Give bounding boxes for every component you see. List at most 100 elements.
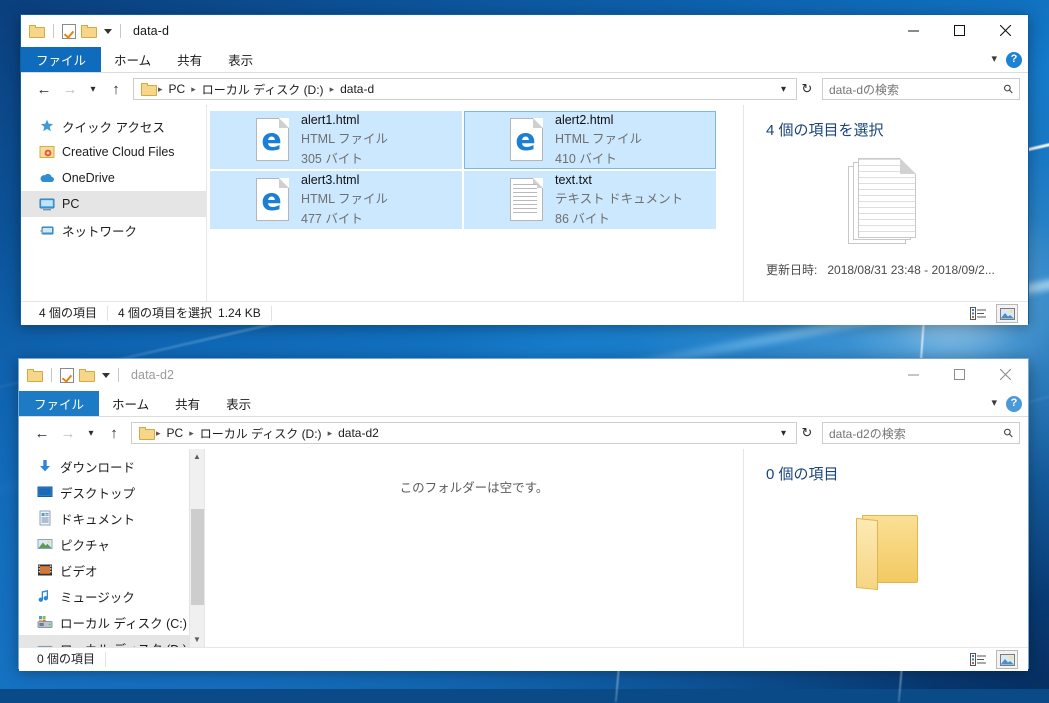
search-input[interactable]: data-d2の検索 ⚲ <box>822 422 1020 444</box>
search-input[interactable]: data-dの検索 ⚲ <box>822 78 1020 100</box>
breadcrumb[interactable]: ▸ PC ▸ ローカル ディスク (D:) ▸ data-d2 <box>137 425 775 442</box>
window-controls[interactable] <box>890 359 1028 390</box>
address-bar-row[interactable]: ← → ▾ ↑ ▸ PC ▸ ローカル ディスク (D:) ▸ data-d ▾… <box>21 73 1028 105</box>
scroll-up-arrow-icon[interactable]: ▲ <box>190 449 204 464</box>
ribbon-right-controls[interactable]: ▾ ? <box>991 391 1022 416</box>
details-view-button[interactable] <box>968 305 988 322</box>
breadcrumb-item-drive[interactable]: ローカル ディスク (D:) <box>197 81 329 98</box>
back-button[interactable]: ← <box>29 420 55 446</box>
folder-icon[interactable] <box>29 24 45 38</box>
navigation-pane[interactable]: クイック アクセス Creative Cloud Files OneDrive … <box>21 105 207 301</box>
up-button[interactable]: ↑ <box>103 76 129 102</box>
close-button[interactable] <box>982 15 1028 46</box>
sidebar-item-downloads[interactable]: ダウンロード <box>19 453 204 479</box>
sidebar-item-videos[interactable]: ビデオ <box>19 557 204 583</box>
pictures-icon <box>37 536 53 552</box>
close-button[interactable] <box>982 359 1028 390</box>
tab-share[interactable]: 共有 <box>162 391 213 416</box>
address-bar-controls[interactable]: ▾ <box>775 84 792 95</box>
address-dropdown-icon[interactable]: ▾ <box>775 428 792 439</box>
breadcrumb-item-folder[interactable]: data-d <box>335 82 379 96</box>
tab-home[interactable]: ホーム <box>99 391 162 416</box>
breadcrumb[interactable]: ▸ PC ▸ ローカル ディスク (D:) ▸ data-d <box>139 81 775 98</box>
address-bar-row[interactable]: ← → ▾ ↑ ▸ PC ▸ ローカル ディスク (D:) ▸ data-d2 … <box>19 417 1028 449</box>
chevron-down-icon[interactable] <box>102 372 110 378</box>
sidebar-item-local-disk-d[interactable]: ローカル ディスク (D:) <box>19 635 204 647</box>
address-bar[interactable]: ▸ PC ▸ ローカル ディスク (D:) ▸ data-d ▾ <box>133 78 797 100</box>
tab-view[interactable]: 表示 <box>213 391 264 416</box>
explorer-window-data-d[interactable]: data-d ファイル ホーム 共有 表示 ▾ ? ← → ▾ ↑ ▸ PC ▸… <box>20 14 1029 325</box>
recent-locations-button[interactable]: ▾ <box>81 420 101 446</box>
file-tile-alert2[interactable]: e alert2.html HTML ファイル 410 バイト <box>464 111 716 169</box>
maximize-button[interactable] <box>936 359 982 390</box>
breadcrumb-item-pc[interactable]: PC <box>164 82 191 96</box>
quick-access-toolbar[interactable] <box>21 23 124 39</box>
help-icon[interactable]: ? <box>1006 51 1022 68</box>
sidebar-item-onedrive[interactable]: OneDrive <box>21 165 206 191</box>
navigation-pane[interactable]: ダウンロード デスクトップ ドキュメント ピクチャ ビデオ ミュージック ローカ… <box>19 449 205 647</box>
address-bar-controls[interactable]: ▾ <box>775 428 792 439</box>
sidebar-item-documents[interactable]: ドキュメント <box>19 505 204 531</box>
recent-locations-button[interactable]: ▾ <box>83 76 103 102</box>
properties-icon[interactable] <box>60 367 74 383</box>
sidebar-item-desktop[interactable]: デスクトップ <box>19 479 204 505</box>
navigation-scrollbar[interactable]: ▲ ▼ <box>189 449 204 647</box>
sidebar-item-pc[interactable]: PC <box>21 191 206 217</box>
view-buttons[interactable] <box>968 302 1018 325</box>
tab-view[interactable]: 表示 <box>215 47 266 72</box>
new-folder-icon[interactable] <box>79 368 95 382</box>
folder-icon[interactable] <box>27 368 43 382</box>
expand-ribbon-chevron-icon[interactable]: ▾ <box>991 54 997 65</box>
details-heading: 4 個の項目を選択 <box>766 122 884 139</box>
tab-file[interactable]: ファイル <box>19 391 100 416</box>
refresh-button[interactable]: ↻ <box>797 420 817 446</box>
tab-home[interactable]: ホーム <box>101 47 164 72</box>
window-controls[interactable] <box>890 15 1028 46</box>
breadcrumb-item-drive[interactable]: ローカル ディスク (D:) <box>195 425 327 442</box>
minimize-button[interactable] <box>890 15 936 46</box>
breadcrumb-item-folder[interactable]: data-d2 <box>333 426 384 440</box>
help-icon[interactable]: ? <box>1006 395 1022 412</box>
scroll-down-arrow-icon[interactable]: ▼ <box>190 632 204 647</box>
new-folder-icon[interactable] <box>81 24 97 38</box>
breadcrumb-item-pc[interactable]: PC <box>162 426 189 440</box>
sidebar-item-pictures[interactable]: ピクチャ <box>19 531 204 557</box>
sidebar-item-creative-cloud-files[interactable]: Creative Cloud Files <box>21 139 206 165</box>
details-view-button[interactable] <box>968 651 988 668</box>
refresh-button[interactable]: ↻ <box>797 76 817 102</box>
up-button[interactable]: ↑ <box>101 420 127 446</box>
file-tile-alert3[interactable]: e alert3.html HTML ファイル 477 バイト <box>210 171 462 229</box>
file-tile-alert1[interactable]: e alert1.html HTML ファイル 305 バイト <box>210 111 462 169</box>
search-icon[interactable]: ⚲ <box>1001 81 1017 97</box>
sidebar-item-music[interactable]: ミュージック <box>19 583 204 609</box>
sidebar-item-local-disk-c[interactable]: ローカル ディスク (C:) <box>19 609 204 635</box>
title-bar[interactable]: data-d <box>21 15 1028 47</box>
ribbon-right-controls[interactable]: ▾ ? <box>991 47 1022 72</box>
ribbon-tabs[interactable]: ファイル ホーム 共有 表示 ▾ ? <box>19 391 1028 417</box>
sidebar-item-quick-access[interactable]: クイック アクセス <box>21 113 206 139</box>
scrollbar-thumb[interactable] <box>191 509 204 605</box>
ribbon-tabs[interactable]: ファイル ホーム 共有 表示 ▾ ? <box>21 47 1028 73</box>
explorer-window-data-d2[interactable]: data-d2 ファイル ホーム 共有 表示 ▾ ? ← → ▾ ↑ ▸ PC … <box>18 358 1029 671</box>
tab-share[interactable]: 共有 <box>164 47 215 72</box>
file-tile-text[interactable]: text.txt テキスト ドキュメント 86 バイト <box>464 171 716 229</box>
properties-icon[interactable] <box>62 23 76 39</box>
file-tiles[interactable]: e alert1.html HTML ファイル 305 バイト e alert2… <box>207 105 743 231</box>
title-bar[interactable]: data-d2 <box>19 359 1028 391</box>
search-icon[interactable]: ⚲ <box>1001 425 1017 441</box>
large-icons-view-button[interactable] <box>996 304 1018 323</box>
address-dropdown-icon[interactable]: ▾ <box>775 84 792 95</box>
chevron-down-icon[interactable] <box>104 28 112 34</box>
expand-ribbon-chevron-icon[interactable]: ▾ <box>991 398 997 409</box>
tab-file[interactable]: ファイル <box>21 47 102 72</box>
address-bar[interactable]: ▸ PC ▸ ローカル ディスク (D:) ▸ data-d2 ▾ <box>131 422 797 444</box>
quick-access-toolbar[interactable] <box>19 367 122 383</box>
sidebar-item-network[interactable]: ネットワーク <box>21 217 206 243</box>
file-list-view[interactable]: e alert1.html HTML ファイル 305 バイト e alert2… <box>207 105 743 301</box>
maximize-button[interactable] <box>936 15 982 46</box>
back-button[interactable]: ← <box>31 76 57 102</box>
minimize-button[interactable] <box>890 359 936 390</box>
large-icons-view-button[interactable] <box>996 650 1018 669</box>
file-list-view[interactable]: このフォルダーは空です。 <box>205 449 743 647</box>
view-buttons[interactable] <box>968 648 1018 671</box>
